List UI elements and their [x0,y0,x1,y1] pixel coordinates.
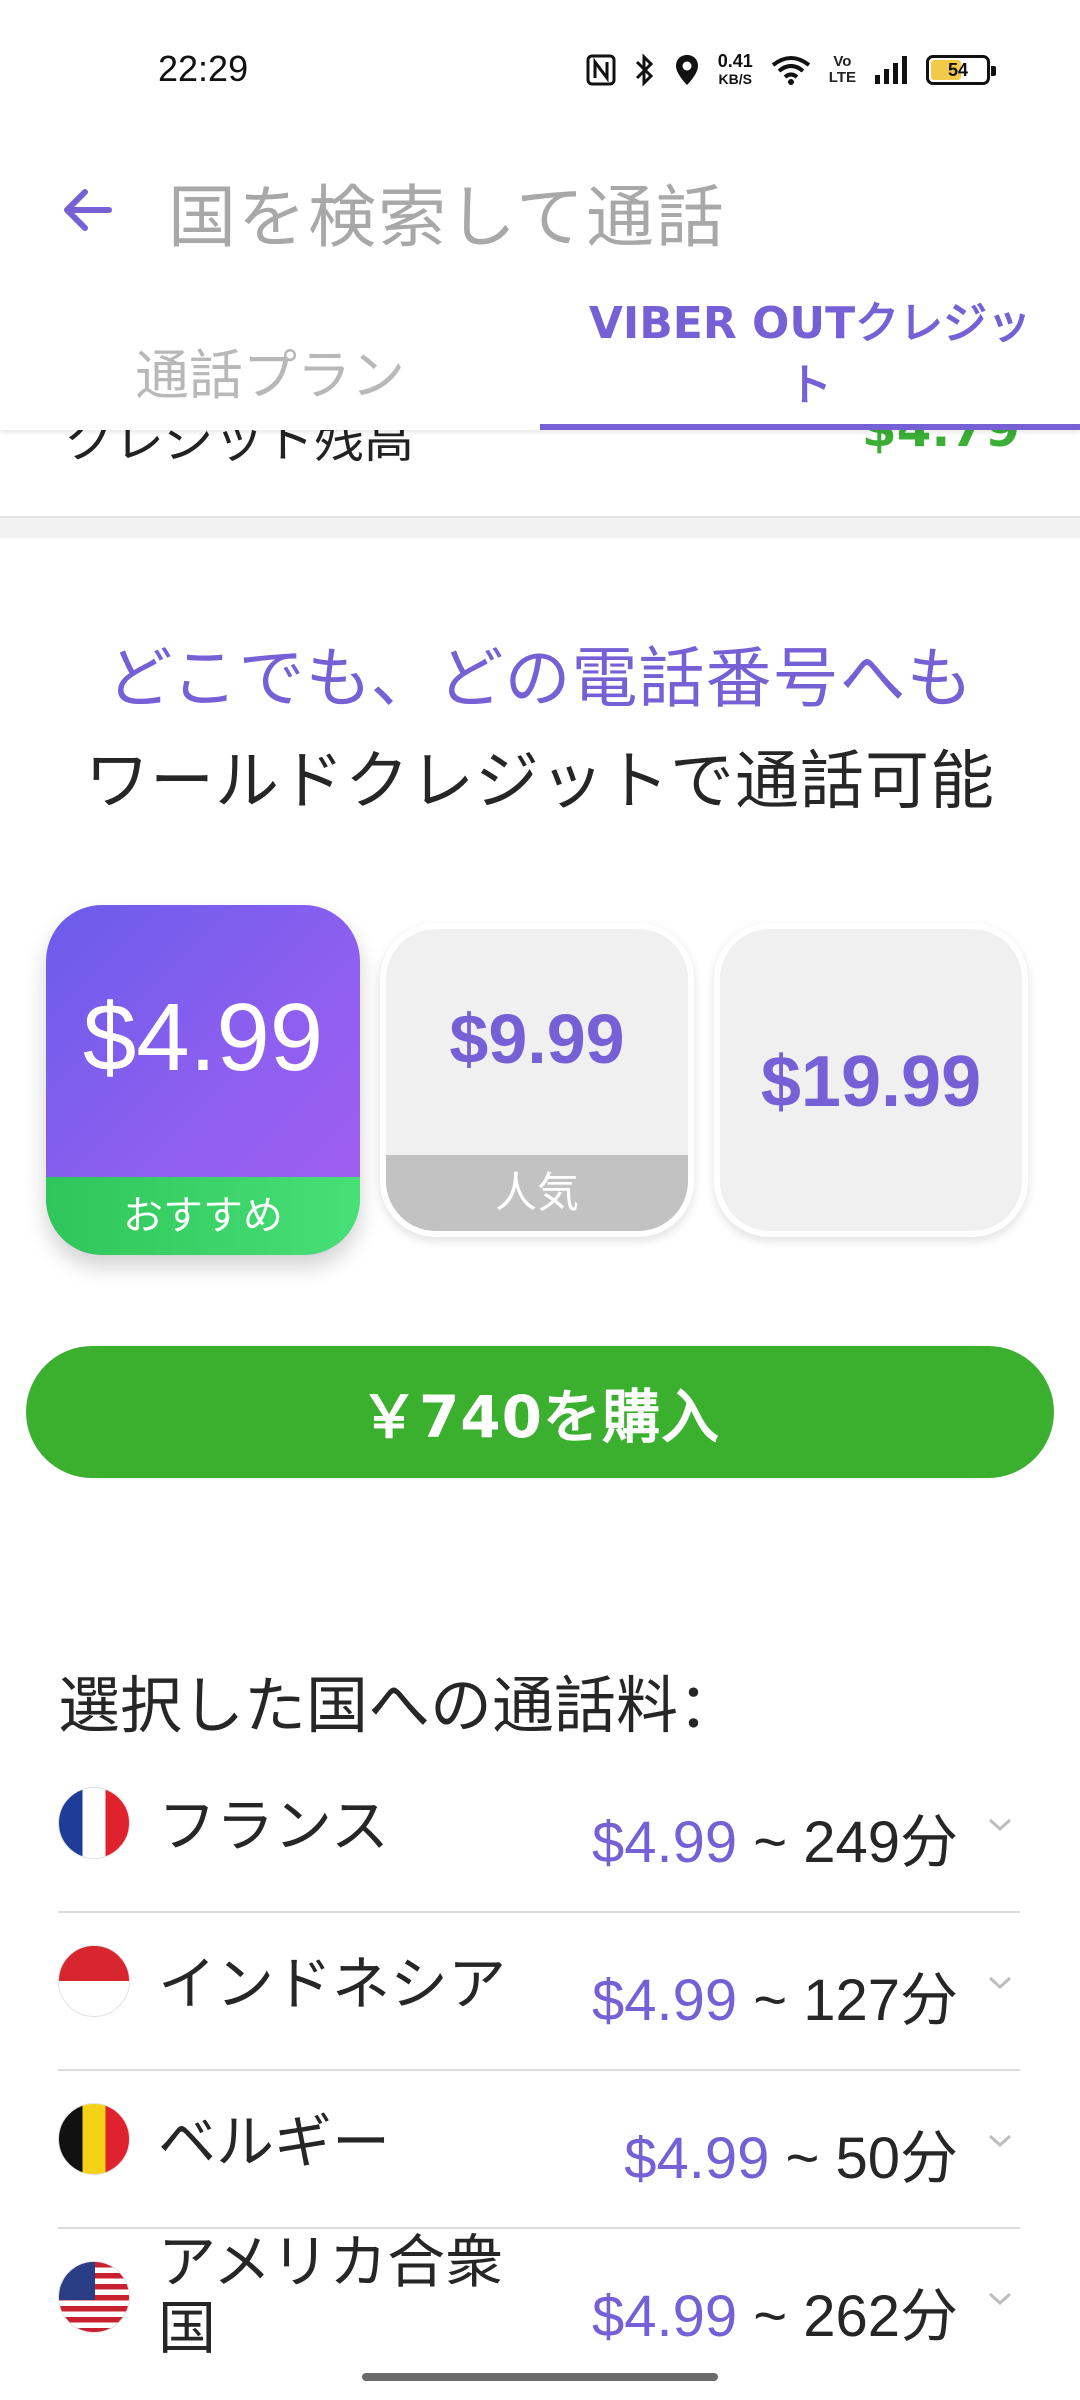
rates-title: 選択した国への通話料： [58,1669,741,1742]
search-header: 国を検索して通話 [0,140,1080,280]
belgium-flag-icon [58,2103,130,2175]
network-speed-unit: KB/S [718,71,752,87]
status-time: 22:29 [158,48,249,89]
network-speed-value: 0.41 [717,51,753,71]
section-divider [0,516,1080,538]
search-input[interactable]: 国を検索して通話 [168,162,726,261]
tab-bar: 通話プラン VIBER OUTクレジット [0,280,1080,430]
selected-tab-indicator [540,424,1080,430]
tab-calling-plans-label: 通話プラン [135,343,405,407]
promo-headline: どこでも、どの電話番号へも [106,640,974,717]
chevron-down-icon[interactable] [980,1805,1020,1845]
rate-minutes: ~ 127分 [737,1968,958,2033]
chevron-down-icon[interactable] [980,2121,1020,2161]
volte-bottom: LTE [828,69,856,86]
network-speed: 0.41 KB/S [718,52,753,88]
country-name: ベルギー [158,2108,391,2176]
volte-top: Vo [833,53,852,70]
indonesia-flag-icon [58,1945,130,2017]
country-name: アメリカ合衆国 [158,2228,504,2362]
chevron-down-icon[interactable] [980,2279,1020,2319]
tab-viber-out-credit-label: VIBER OUTクレジット [588,298,1032,411]
nfc-icon [586,54,616,86]
price-card-19-99[interactable]: $19.99 [714,923,1028,1237]
promo-subheadline: ワールドクレジットで通話可能 [85,745,995,819]
battery-level: 54 [947,59,969,80]
rate-text: $4.99 ~ 127分 [592,1953,958,2037]
rate-row-france[interactable]: フランス $4.99 ~ 249分 [58,1755,1020,1913]
rate-minutes: ~ 50分 [769,2126,958,2191]
status-bar: 22:29 0.41 KB/S Vo LTE 54 [0,0,1080,140]
tab-viber-out-credit[interactable]: VIBER OUTクレジット [540,280,1080,430]
volte-icon: Vo LTE [829,54,856,86]
price-card-4-99[interactable]: $4.99 おすすめ [46,905,360,1255]
popular-badge: 人気 [386,1155,688,1231]
signal-icon [874,55,908,85]
rate-text: $4.99 ~ 249分 [592,1795,958,1879]
chevron-down-icon[interactable] [980,1963,1020,2003]
wifi-icon [771,55,811,85]
tab-calling-plans[interactable]: 通話プラン [0,280,540,430]
price-card-amount: $19.99 [760,1042,982,1122]
rate-price: $4.99 [591,1810,738,1875]
price-card-amount: $9.99 [449,1000,625,1078]
price-card-9-99[interactable]: $9.99 人気 [380,923,694,1237]
country-name: フランス [158,1792,389,1860]
rate-row-belgium[interactable]: ベルギー $4.99 ~ 50分 [58,2071,1020,2229]
country-name: インドネシア [158,1950,507,2018]
status-icons: 0.41 KB/S Vo LTE 54 [586,48,996,92]
bluetooth-icon [634,53,656,87]
location-icon [674,53,700,87]
usa-flag-icon [58,2261,130,2333]
back-arrow-icon[interactable] [52,175,122,245]
price-cards: $4.99 おすすめ $9.99 人気 $19.99 [46,905,1036,1265]
rate-list: フランス $4.99 ~ 249分 インドネシア $4.99 ~ 127分 ベル… [58,1755,1020,2387]
buy-button[interactable]: ￥740を購入 [26,1346,1054,1478]
france-flag-icon [58,1787,130,1859]
rate-price: $4.99 [591,1968,738,2033]
rate-row-usa[interactable]: アメリカ合衆国 $4.99 ~ 262分 [58,2229,1020,2387]
recommended-badge: おすすめ [46,1177,360,1255]
rate-price: $4.99 [591,2284,738,2349]
home-indicator[interactable] [362,2373,718,2381]
rate-text: $4.99 ~ 50分 [624,2111,958,2195]
rate-minutes: ~ 249分 [737,1810,958,1875]
battery-icon: 54 [926,55,996,85]
rate-text: $4.99 ~ 262分 [592,2269,958,2353]
rate-row-indonesia[interactable]: インドネシア $4.99 ~ 127分 [58,1913,1020,2071]
price-card-amount: $4.99 [82,984,324,1091]
rate-minutes: ~ 262分 [737,2284,958,2349]
rate-price: $4.99 [624,2126,770,2191]
